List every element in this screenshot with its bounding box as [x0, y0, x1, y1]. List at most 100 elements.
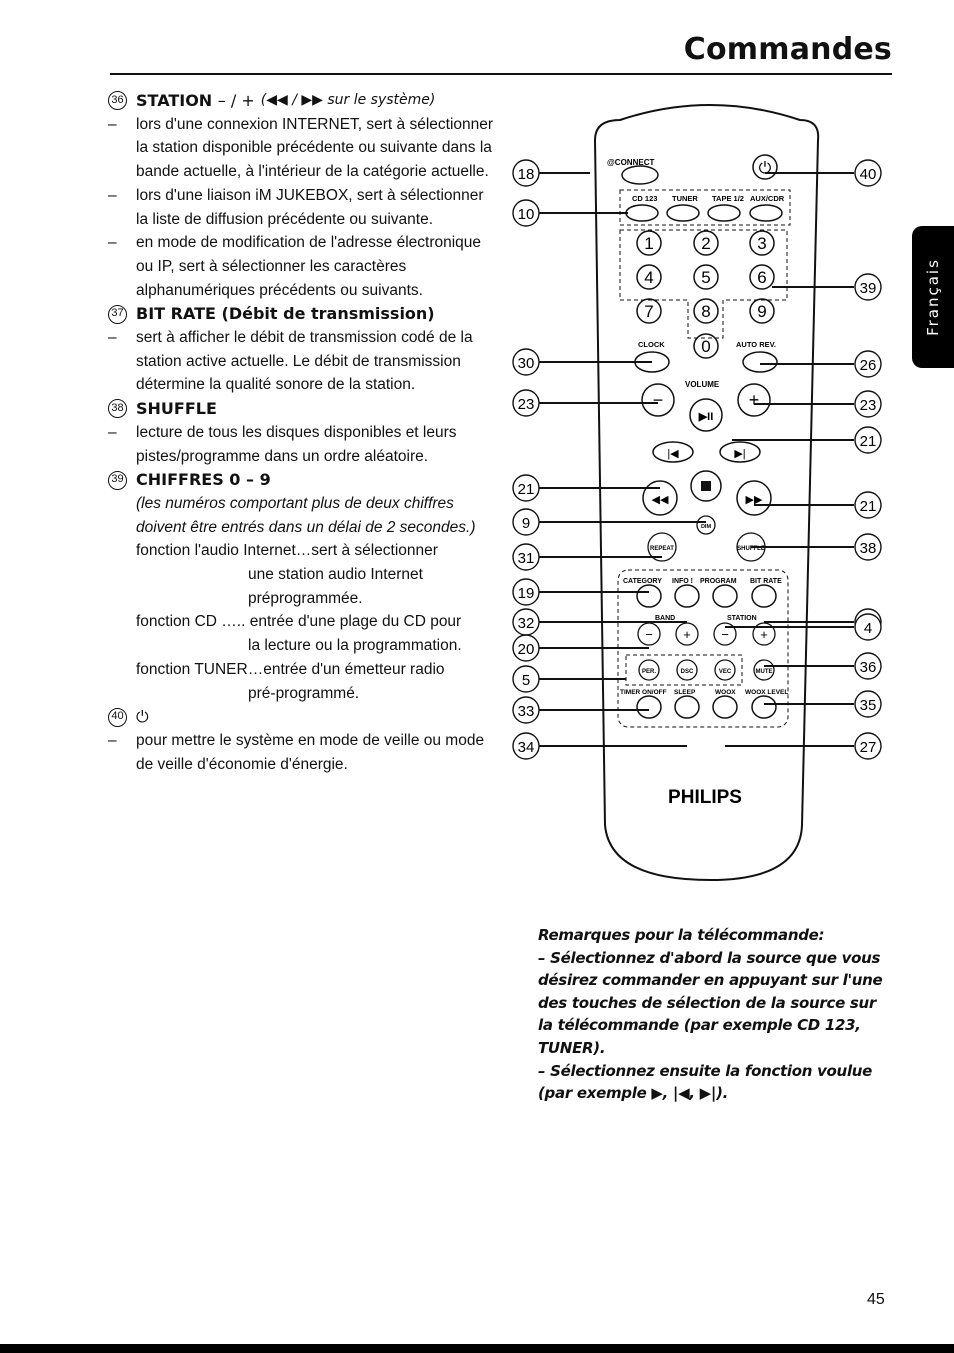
bullet: – lors d'une liaison iM JUKEBOX, sert à s… [108, 186, 484, 228]
digit-label: 0 [701, 337, 710, 356]
callout-number: 19 [518, 585, 535, 602]
digit-label: 1 [644, 234, 653, 253]
category-button[interactable] [636, 584, 662, 608]
cd-button[interactable] [625, 204, 659, 222]
callout-number: 18 [518, 166, 535, 183]
svg-text:DSC: DSC [681, 669, 694, 675]
digit-label: 3 [757, 234, 766, 253]
stop-icon [701, 481, 711, 491]
callout-number: 27 [860, 739, 877, 756]
callout-number: 39 [860, 280, 877, 297]
bullet: – lors d'une connexion INTERNET, sert à s… [108, 115, 494, 181]
callout-number: 31 [518, 550, 535, 567]
svg-text:PER.: PER. [642, 669, 656, 675]
svg-text:AUTO REV.: AUTO REV. [736, 340, 776, 349]
note-line: – Sélectionnez d'abord la source que vou… [538, 948, 883, 1057]
callout-number: 35 [860, 697, 877, 714]
svg-text:−: − [721, 627, 729, 642]
woox-level-button[interactable] [751, 695, 777, 719]
remote-control-diagram: @CONNECT ⏻ CD 123 TUNER TAPE 1/2 AUX/CDR… [512, 104, 882, 882]
info-button[interactable] [674, 584, 700, 608]
note-line: – Sélectionnez ensuite la fonction voulu… [538, 1061, 873, 1103]
digit-label: 8 [701, 302, 710, 321]
svg-text:WOOX: WOOX [715, 689, 736, 696]
callout-number: 30 [518, 355, 535, 372]
tuner-button[interactable] [666, 204, 700, 222]
bit-rate-button[interactable] [751, 584, 777, 608]
callout-number: 33 [518, 703, 535, 720]
svg-text:CATEGORY: CATEGORY [623, 578, 662, 585]
svg-text:+: + [683, 627, 691, 642]
item-number: 40 [108, 707, 127, 727]
digit-label: 9 [757, 302, 766, 321]
svg-text:+: + [749, 390, 760, 410]
callout-number: 32 [518, 615, 535, 632]
digit-label: 7 [644, 302, 653, 321]
svg-text:CD 123: CD 123 [632, 194, 657, 203]
power-icon: ⏻ [136, 707, 149, 727]
item-number: 36 [108, 91, 127, 111]
svg-text:STATION: STATION [727, 615, 757, 622]
callout-number: 38 [860, 540, 877, 557]
svg-text:TIMER ON/OFF: TIMER ON/OFF [620, 689, 667, 696]
callout-number: 20 [518, 641, 535, 658]
notes-heading: Remarques pour la télécommande: [538, 926, 825, 944]
previous-icon: |◀ [667, 448, 679, 460]
callout-number: 21 [860, 498, 877, 515]
brand-logo: PHILIPS [668, 787, 742, 808]
svg-text:PROGRAM: PROGRAM [700, 578, 737, 585]
callout-number: 36 [860, 659, 877, 676]
svg-text:VEC: VEC [719, 669, 732, 675]
svg-text:INFO !: INFO ! [672, 578, 693, 585]
item-40-heading: 40 ⏻ [108, 705, 498, 729]
svg-text:CLOCK: CLOCK [638, 340, 665, 349]
callout-number: 21 [518, 481, 535, 498]
next-icon: ▶| [734, 448, 745, 460]
timer-button[interactable] [636, 695, 662, 719]
digit-label: 2 [701, 234, 710, 253]
svg-text:VOLUME: VOLUME [685, 380, 720, 389]
connect-button[interactable] [621, 165, 659, 185]
item-39-note: (les numéros comportant plus de deux chi… [136, 494, 476, 536]
svg-text:BAND: BAND [655, 615, 675, 622]
svg-text:+: + [760, 627, 768, 642]
svg-text:WOOX LEVEL: WOOX LEVEL [745, 689, 788, 696]
remote-outline [593, 104, 820, 882]
auto-rev-button[interactable] [742, 351, 778, 373]
bullet: – lecture de tous les disques disponibles… [108, 423, 457, 465]
language-tab: Français [912, 226, 954, 368]
digit-label: 4 [644, 268, 653, 287]
play-pause-icon: ▶II [698, 411, 714, 423]
remote-notes: Remarques pour la télécommande: – Sélect… [538, 924, 888, 1105]
connect-label: @CONNECT [607, 158, 654, 167]
svg-text:TUNER: TUNER [672, 194, 698, 203]
item-36-heading: 36 STATION – / + (◀◀ / ▶▶ sur le système… [108, 89, 498, 113]
svg-text:TAPE 1/2: TAPE 1/2 [712, 194, 744, 203]
sleep-button[interactable] [674, 695, 700, 719]
program-button[interactable] [712, 584, 738, 608]
aux-button[interactable] [749, 204, 783, 222]
power-icon: ⏻ [759, 160, 772, 177]
bottom-bar [0, 1344, 954, 1353]
woox-button[interactable] [712, 695, 738, 719]
callout-number: 34 [518, 739, 535, 756]
item-37-heading: 37 BIT RATE (Débit de transmission) [108, 302, 498, 326]
item-number: 39 [108, 470, 127, 490]
callout-number: 9 [522, 515, 530, 532]
item-number: 37 [108, 304, 127, 324]
page-number: 45 [867, 1291, 885, 1308]
svg-text:AUX/CDR: AUX/CDR [750, 194, 785, 203]
callout-number: 23 [860, 397, 877, 414]
function-row: fonction TUNER… entrée d'un émetteur radi… [136, 660, 445, 678]
callout-number: 4 [864, 620, 872, 637]
bullet: – sert à afficher le débit de transmissio… [108, 329, 473, 394]
svg-text:BIT RATE: BIT RATE [750, 578, 782, 585]
svg-text:DIM: DIM [701, 524, 712, 530]
digit-keys: 1 2 3 4 5 6 7 8 9 0 [636, 230, 775, 359]
function-row: fonction CD ….. entrée d'une plage du CD… [136, 613, 462, 631]
callout-number: 21 [860, 433, 877, 450]
svg-text:MUTE: MUTE [756, 669, 773, 675]
tape-button[interactable] [707, 204, 741, 222]
callout-number: 26 [860, 357, 877, 374]
svg-text:−: − [653, 390, 664, 410]
